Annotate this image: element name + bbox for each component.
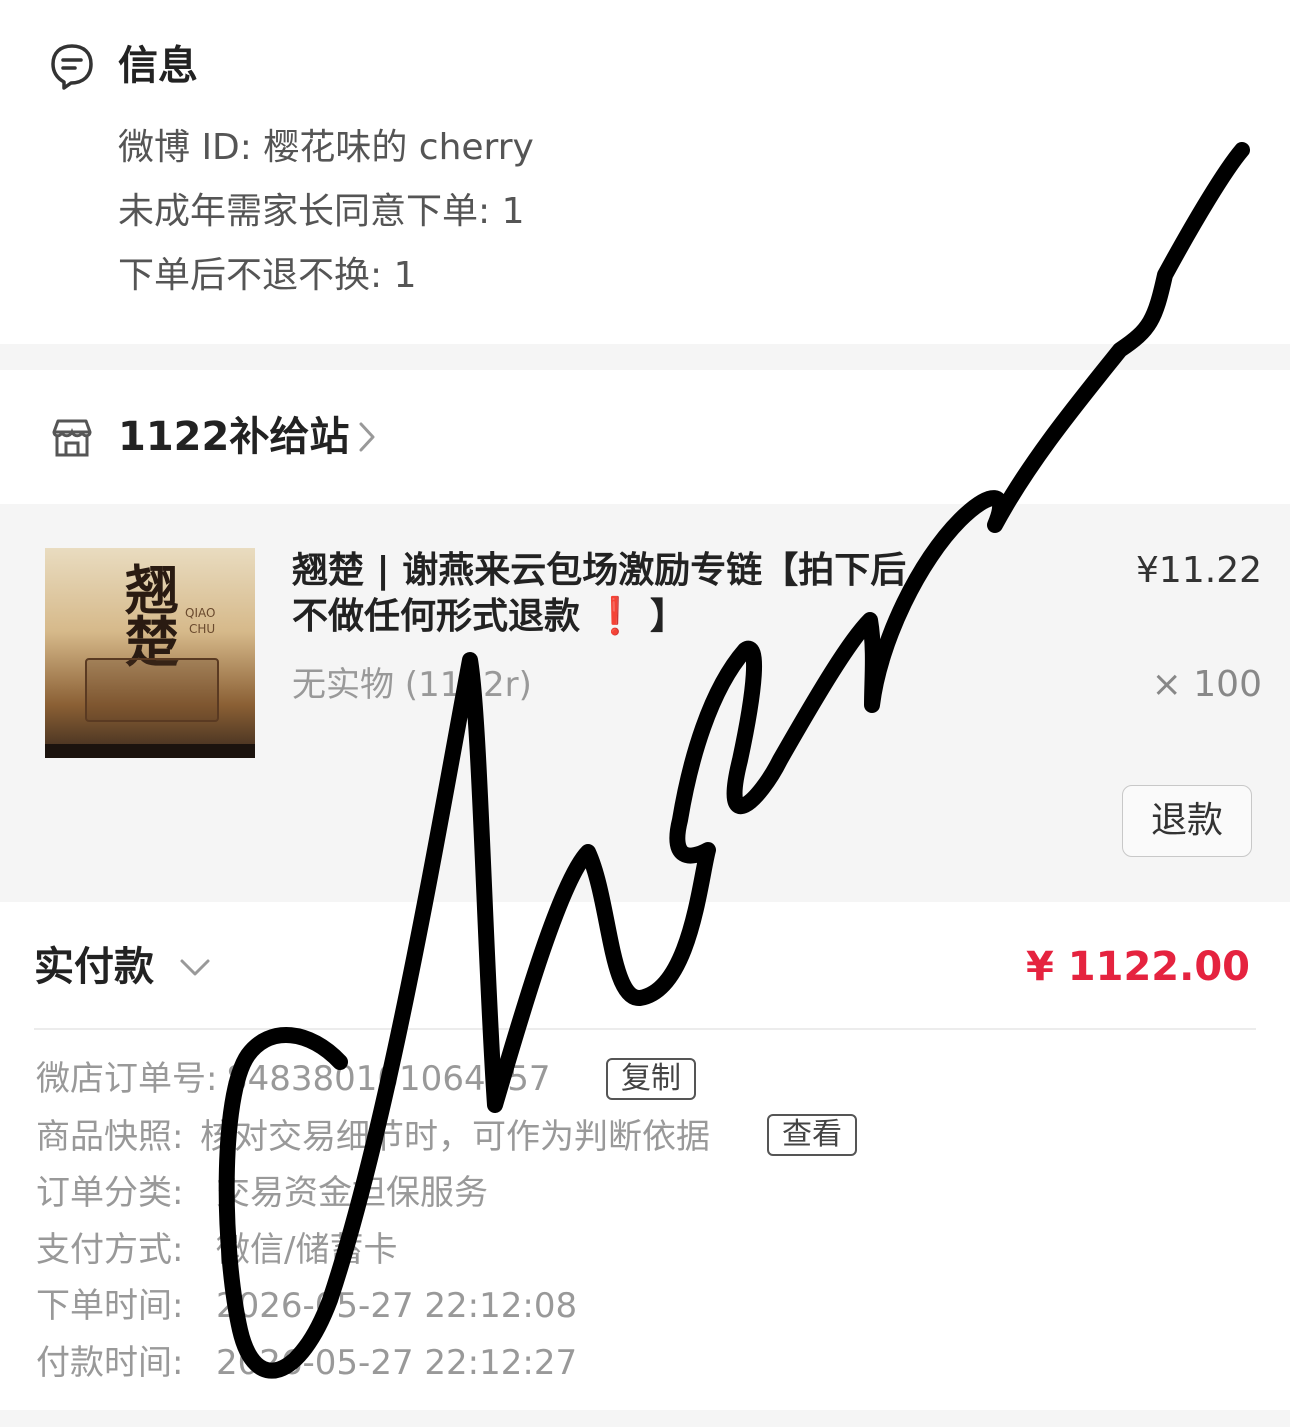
message-icon	[51, 44, 93, 90]
shop-icon	[52, 419, 92, 457]
snapshot-value: 核对交易细节时，可作为判断依据	[200, 1117, 710, 1157]
no-return-text: 下单后不退不换: 1	[118, 255, 417, 296]
view-snapshot-button[interactable]: 查看	[767, 1114, 857, 1156]
paid-amount-label[interactable]: 实付款	[34, 940, 154, 994]
info-section-title: 信息	[118, 43, 198, 89]
bottom-bar	[0, 1410, 1290, 1427]
shop-name-link[interactable]: 1122补给站	[118, 410, 349, 464]
order-time-label: 下单时间:	[36, 1286, 184, 1326]
thumbnail-bottom-strip	[45, 744, 255, 758]
pay-time-label: 付款时间:	[36, 1343, 184, 1383]
thumbnail-scene	[85, 658, 219, 722]
product-title-end: 】	[649, 596, 686, 637]
weibo-id-text: 微博 ID: 樱花味的 cherry	[118, 127, 534, 168]
refund-button[interactable]: 退款	[1122, 785, 1252, 857]
section-divider	[0, 344, 1290, 370]
paid-amount-value: ¥ 1122.00	[1026, 944, 1250, 990]
product-spec: 无实物 (1122r)	[292, 665, 532, 705]
product-quantity: × 100	[1151, 664, 1262, 705]
order-time-value: 2026-05-27 22:12:08	[216, 1286, 578, 1326]
thumbnail-en-line-1: QIAO	[185, 606, 216, 620]
copy-button[interactable]: 复制	[606, 1058, 696, 1100]
exclamation-icon: ❗	[592, 596, 638, 637]
thumbnail-en-line-2: CHU	[189, 622, 216, 636]
chevron-right-icon[interactable]	[352, 420, 382, 454]
snapshot-label: 商品快照:	[36, 1117, 184, 1157]
order-number-label: 微店订单号:	[36, 1059, 218, 1099]
minor-consent-text: 未成年需家长同意下单: 1	[118, 191, 525, 232]
product-title[interactable]: 翘楚 | 谢燕来云包场激励专链【拍下后不做任何形式退款 ❗ 】	[292, 548, 942, 640]
chevron-down-icon[interactable]	[178, 952, 212, 982]
product-price: ¥11.22	[1136, 550, 1262, 591]
category-label: 订单分类:	[36, 1173, 184, 1213]
product-thumbnail[interactable]: 翘 楚 QIAO CHU	[45, 548, 255, 758]
order-number-value: 848380101064757	[226, 1059, 551, 1099]
payment-divider	[34, 1028, 1256, 1030]
category-value: 交易资金担保服务	[216, 1173, 488, 1213]
pay-time-value: 2026-05-27 22:12:27	[216, 1343, 578, 1383]
pay-method-label: 支付方式:	[36, 1230, 184, 1270]
pay-method-value: 微信/储蓄卡	[216, 1230, 398, 1270]
